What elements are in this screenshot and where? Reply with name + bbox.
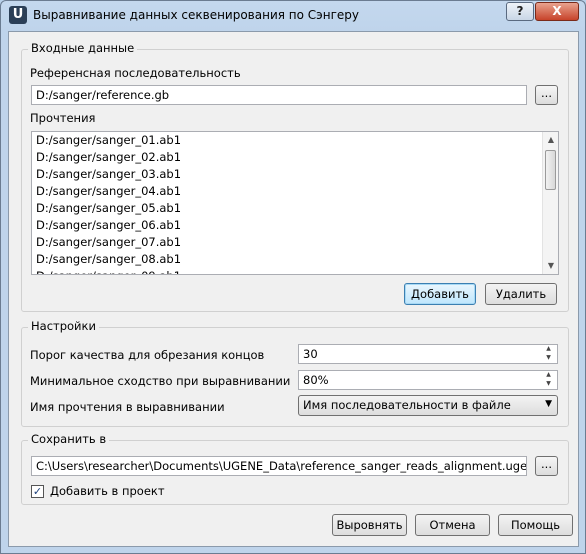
help-button[interactable]: Помощь <box>498 514 573 536</box>
align-button[interactable]: Выровнять <box>332 514 407 536</box>
reference-browse-button[interactable]: ... <box>535 85 558 105</box>
reads-list-item[interactable]: D:/sanger/sanger_07.ab1 <box>32 234 558 251</box>
reads-list-item[interactable]: D:/sanger/sanger_02.ab1 <box>32 149 558 166</box>
reads-list-item[interactable]: D:/sanger/sanger_04.ab1 <box>32 183 558 200</box>
output-path-input[interactable]: C:\Users\researcher\Documents\UGENE_Data… <box>31 456 527 476</box>
cancel-button[interactable]: Отмена <box>415 514 490 536</box>
reads-list[interactable]: D:/sanger/sanger_01.ab1 D:/sanger/sanger_… <box>31 131 559 275</box>
scrollbar-thumb[interactable] <box>545 150 556 190</box>
quality-threshold-spinbox[interactable]: 30 ▲ ▼ <box>298 344 558 364</box>
reads-list-item[interactable]: D:/sanger/sanger_05.ab1 <box>32 200 558 217</box>
read-name-label: Имя прочтения в выравнивании <box>30 400 225 414</box>
min-similarity-label: Минимальное сходство при выравнивании <box>30 374 291 388</box>
reads-list-item[interactable]: D:/sanger/sanger_01.ab1 <box>32 132 558 149</box>
read-name-selected: Имя последовательности в файле <box>303 398 511 412</box>
dialog-window: U Выравнивание данных секвенирования по … <box>0 0 586 554</box>
reads-list-item[interactable]: D:/sanger/sanger_06.ab1 <box>32 217 558 234</box>
min-similarity-value: 80% <box>303 373 329 387</box>
quality-spin-arrows[interactable]: ▲ ▼ <box>541 345 556 363</box>
close-window-button[interactable]: X <box>535 2 579 21</box>
quality-threshold-label: Порог качества для обрезания концов <box>30 348 265 362</box>
add-to-project-label[interactable]: Добавить в проект <box>50 484 165 498</box>
window-title: Выравнивание данных секвенирования по Сэ… <box>33 8 360 22</box>
input-data-group: Входные данные Референсная последователь… <box>21 41 569 312</box>
reads-list-item[interactable]: D:/sanger/sanger_03.ab1 <box>32 166 558 183</box>
read-name-combobox[interactable]: Имя последовательности в файле ▼ <box>298 395 558 416</box>
title-bar[interactable]: U Выравнивание данных секвенирования по … <box>1 1 585 31</box>
add-reads-button[interactable]: Добавить <box>404 283 476 305</box>
reads-list-item[interactable]: D:/sanger/sanger_09.ab1 <box>32 268 558 274</box>
reference-path-input[interactable]: D:/sanger/reference.gb <box>31 85 527 105</box>
settings-group: Настройки Порог качества для обрезания к… <box>21 319 569 427</box>
chevron-down-icon: ▼ <box>545 399 552 409</box>
save-to-group-title: Сохранить в <box>28 432 110 446</box>
min-similarity-spinbox[interactable]: 80% ▲ ▼ <box>298 370 558 390</box>
reads-list-item[interactable]: D:/sanger/sanger_08.ab1 <box>32 251 558 268</box>
add-to-project-checkbox[interactable]: ✓ <box>31 485 44 498</box>
output-browse-button[interactable]: ... <box>535 456 558 476</box>
reads-scrollbar[interactable]: ▲ ▼ <box>542 132 558 274</box>
settings-group-title: Настройки <box>28 319 99 333</box>
reference-label: Референсная последовательность <box>30 66 241 80</box>
quality-threshold-value: 30 <box>303 347 318 361</box>
help-title-button[interactable]: ? <box>506 2 534 21</box>
reads-label: Прочтения <box>30 111 96 125</box>
remove-reads-button[interactable]: Удалить <box>485 283 557 305</box>
ugene-app-icon: U <box>9 6 27 24</box>
scroll-up-icon[interactable]: ▲ <box>543 132 558 148</box>
similarity-spin-arrows[interactable]: ▲ ▼ <box>541 371 556 389</box>
dialog-client-area: Входные данные Референсная последователь… <box>8 31 579 547</box>
save-to-group: Сохранить в C:\Users\researcher\Document… <box>21 432 569 505</box>
scroll-down-icon[interactable]: ▼ <box>543 258 558 274</box>
input-data-group-title: Входные данные <box>28 41 138 55</box>
